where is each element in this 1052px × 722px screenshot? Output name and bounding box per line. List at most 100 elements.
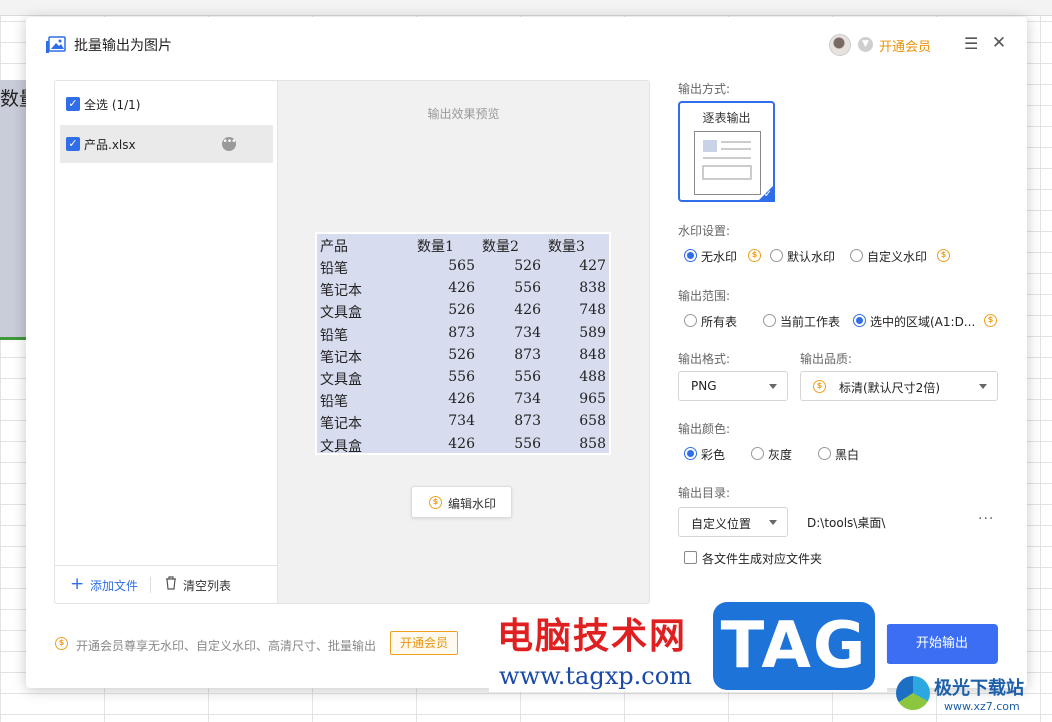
footer-divider — [150, 577, 151, 593]
range-label: 输出范围: — [678, 289, 731, 303]
quality-select-value: 标清(默认尺寸2倍) — [839, 381, 940, 395]
select-all-checkbox[interactable]: ✓ — [66, 97, 80, 111]
tag-logo: TAG — [713, 602, 875, 690]
radio-all-sheets[interactable] — [684, 314, 697, 327]
preview-header-cell: 数量3 — [548, 239, 585, 255]
preview-table-cell: 铅笔 — [320, 394, 348, 411]
per-sheet-output-option[interactable]: 逐表输出 ✓ — [678, 101, 775, 202]
preview-table-row: 铅笔 426 734 965 — [317, 389, 609, 411]
preview-table-cell: 426 — [448, 280, 475, 297]
radio-default-watermark[interactable] — [770, 249, 783, 262]
xz-site-name: 极光下载站 — [934, 678, 1024, 699]
chevron-down-icon — [979, 384, 987, 389]
preview-table-cell: 笔记本 — [320, 283, 362, 300]
preview-table-cell: 734 — [514, 324, 541, 341]
radio-all-sheets-label: 所有表 — [701, 315, 738, 329]
format-label: 输出格式: — [678, 352, 731, 366]
user-avatar[interactable] — [829, 34, 851, 56]
radio-current-sheet[interactable] — [763, 314, 776, 327]
preview-table-cell: 文具盒 — [320, 305, 362, 322]
file-list-item[interactable]: ✓ 产品.xlsx ••• — [60, 125, 273, 163]
batch-export-dialog: 批量输出为图片 ▼ 开通会员 ☰ ✕ ✓ 全选 (1/1) ✓ 产品.xlsx … — [26, 17, 1027, 688]
close-icon[interactable]: ✕ — [991, 35, 1007, 52]
add-file-button[interactable]: 添加文件 — [90, 577, 138, 594]
preview-table-cell: 文具盒 — [320, 372, 362, 388]
directory-label: 输出目录: — [678, 486, 731, 500]
preview-table-cell: 556 — [514, 435, 541, 452]
per-file-folder-label: 各文件生成对应文件夹 — [702, 552, 823, 566]
preview-table: 产品 数量1 数量2 数量3 铅笔 565 526 427 笔记本 426 556 838 文具盒 526… — [315, 232, 611, 455]
plus-icon[interactable]: + — [70, 575, 84, 593]
preview-table-row: 笔记本 426 556 838 — [317, 278, 609, 300]
edit-watermark-button[interactable]: $ 编辑水印 — [411, 486, 512, 518]
preview-table-cell: 笔记本 — [320, 416, 362, 433]
chevron-down-icon — [769, 520, 777, 525]
preview-table-cell: 873 — [514, 346, 541, 363]
radio-no-watermark-label: 无水印 — [701, 250, 738, 264]
image-export-icon — [46, 36, 66, 53]
file-more-icon[interactable]: ••• — [222, 137, 236, 151]
preview-table-cell: 734 — [514, 391, 541, 408]
output-mode-label: 输出方式: — [678, 82, 731, 96]
radio-selected-range-label: 选中的区域(A1:D... — [870, 315, 976, 329]
preview-table-cell: 873 — [514, 413, 541, 430]
preview-table-row: 铅笔 873 734 589 — [317, 323, 609, 345]
open-vip-link[interactable]: 开通会员 — [879, 36, 931, 55]
radio-color[interactable] — [684, 447, 697, 460]
preview-table-cell: 565 — [448, 258, 475, 274]
edit-watermark-label: 编辑水印 — [448, 497, 497, 511]
dialog-title: 批量输出为图片 — [74, 38, 172, 54]
preview-table-row: 文具盒 426 556 858 — [317, 434, 609, 456]
start-export-button[interactable]: 开始输出 — [886, 624, 998, 664]
mode-card-label: 逐表输出 — [702, 111, 751, 125]
preview-table-cell: 426 — [448, 391, 475, 408]
vip-promo-text: 开通会员尊享无水印、自定义水印、高清尺寸、批量输出 — [76, 639, 377, 653]
watermark-site-name: 电脑技术网 — [497, 616, 688, 657]
preview-table-cell: 526 — [448, 302, 475, 319]
radio-black-white-label: 黑白 — [835, 448, 860, 462]
preview-table-cell: 658 — [579, 413, 606, 430]
browse-more-icon[interactable]: ··· — [978, 511, 994, 527]
xz-logo-icon — [896, 676, 930, 710]
preview-table-cell: 文具盒 — [320, 438, 362, 455]
preview-table-cell: 426 — [448, 435, 475, 452]
radio-custom-watermark-label: 自定义水印 — [867, 250, 928, 264]
preview-table-cell: 848 — [579, 346, 606, 363]
preview-table-cell: 748 — [579, 302, 606, 319]
format-select[interactable]: PNG — [678, 371, 788, 401]
vip-coin-icon: $ — [748, 249, 761, 262]
radio-grayscale[interactable] — [751, 447, 764, 460]
radio-no-watermark[interactable] — [684, 249, 697, 262]
preview-table-cell: 488 — [579, 369, 606, 385]
clear-list-button[interactable]: 清空列表 — [183, 577, 231, 594]
output-path: D:\tools\桌面\ — [807, 516, 886, 530]
radio-black-white[interactable] — [818, 447, 831, 460]
color-label: 输出颜色: — [678, 422, 731, 436]
preview-table-cell: 铅笔 — [320, 261, 348, 277]
preview-panel: 输出效果预览 产品 数量1 数量2 数量3 铅笔 565 526 427 笔记本 426 556 83… — [277, 80, 650, 604]
preview-table-row: 文具盒 526 426 748 — [317, 300, 609, 322]
trash-icon[interactable] — [165, 576, 177, 590]
vip-diamond-icon: ▼ — [858, 37, 873, 52]
xz-watermark: 极光下载站 www.xz7.com — [892, 672, 1052, 722]
preview-table-cell: 556 — [514, 280, 541, 297]
preview-table-cell: 556 — [448, 369, 475, 385]
open-vip-button[interactable]: 开通会员 — [390, 631, 458, 655]
preview-table-cell: 427 — [579, 258, 606, 274]
preview-table-cell: 858 — [579, 435, 606, 452]
preview-table-row: 铅笔 565 526 427 — [317, 256, 609, 278]
radio-selected-range[interactable] — [853, 314, 866, 327]
preview-label: 输出效果预览 — [427, 107, 500, 121]
preview-table-cell: 426 — [514, 302, 541, 319]
preview-table-cell: 556 — [514, 369, 541, 385]
preview-table-cell: 笔记本 — [320, 349, 362, 366]
radio-custom-watermark[interactable] — [850, 249, 863, 262]
preview-table-cell: 589 — [579, 324, 606, 341]
menu-icon[interactable]: ☰ — [964, 36, 978, 52]
quality-select[interactable]: $ 标清(默认尺寸2倍) — [800, 371, 998, 401]
directory-select[interactable]: 自定义位置 — [678, 507, 788, 537]
per-file-folder-checkbox[interactable] — [684, 551, 697, 564]
file-checkbox[interactable]: ✓ — [66, 137, 80, 151]
preview-header-row: 产品 数量1 数量2 数量3 — [317, 234, 609, 256]
preview-table-row: 文具盒 556 556 488 — [317, 367, 609, 389]
